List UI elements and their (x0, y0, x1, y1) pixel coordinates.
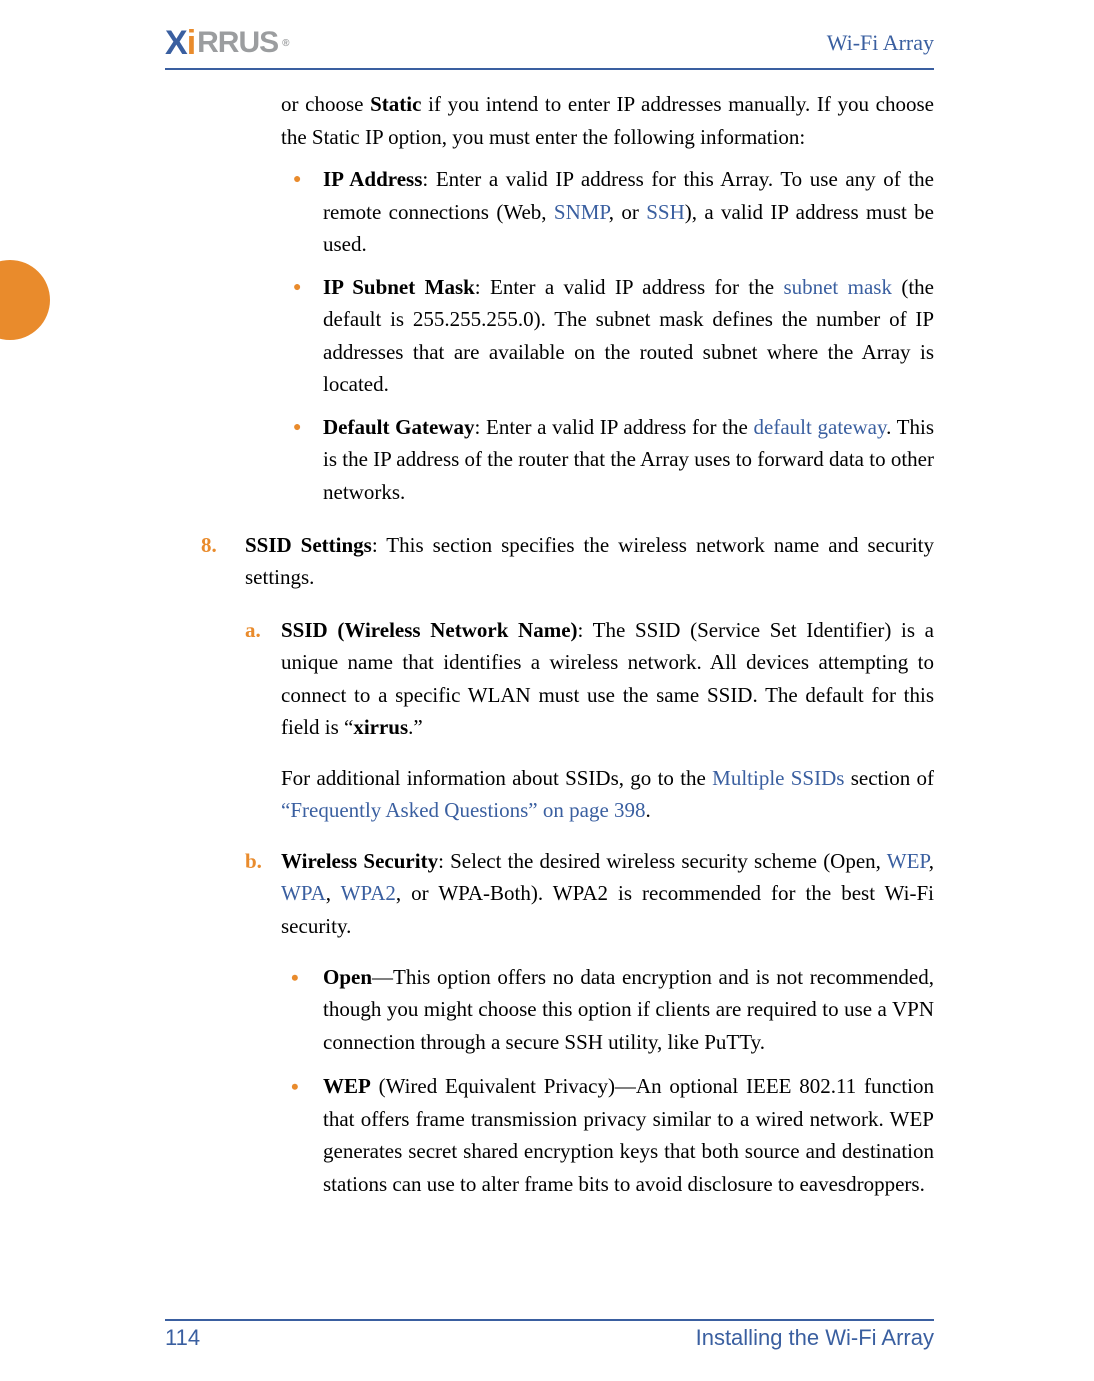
sub-text: , (929, 849, 934, 873)
step-8: 8. SSID Settings: This section specifies… (165, 529, 934, 594)
sub-text: : Select the desired wireless security s… (438, 849, 887, 873)
body-content: or choose Static if you intend to enter … (165, 88, 934, 1309)
option-label: WEP (323, 1074, 371, 1098)
page-header: XiRRUS® Wi-Fi Array (165, 22, 934, 70)
option-body: —This option offers no data encryption a… (323, 965, 934, 1054)
sub-text: , (326, 881, 341, 905)
page-number: 114 (165, 1325, 200, 1351)
intro-prefix: or choose (281, 92, 370, 116)
step-label: SSID Settings (245, 533, 372, 557)
sub-b-wireless-security: b. Wireless Security: Select the desired… (165, 845, 934, 943)
bullet-dot-icon: • (291, 961, 299, 995)
footer-section: Installing the Wi-Fi Array (696, 1325, 934, 1351)
option-open: • Open—This option offers no data encryp… (165, 961, 934, 1059)
sub-bold: xirrus (353, 715, 408, 739)
bullet-label: IP Subnet Mask (323, 275, 475, 299)
sub-text: section of (844, 766, 934, 790)
security-options: • Open—This option offers no data encryp… (165, 961, 934, 1201)
logo-text: RRUS (197, 26, 278, 60)
option-label: Open (323, 965, 372, 989)
sub-text: For additional information about SSIDs, … (281, 766, 712, 790)
link-ssh[interactable]: SSH (646, 200, 685, 224)
link-subnet-mask[interactable]: subnet mask (783, 275, 892, 299)
sub-label: SSID (Wireless Network Name) (281, 618, 578, 642)
bullet-subnet-mask: IP Subnet Mask: Enter a valid IP address… (281, 271, 934, 401)
option-body: (Wired Equivalent Privacy)—An optional I… (323, 1074, 934, 1196)
bullet-label: IP Address (323, 167, 422, 191)
option-wep: • WEP (Wired Equivalent Privacy)—An opti… (165, 1070, 934, 1200)
sub-text: .” (408, 715, 423, 739)
sub-label: Wireless Security (281, 849, 438, 873)
step-number: 8. (201, 529, 217, 562)
sub-letter: b. (245, 845, 262, 878)
static-ip-bullets: IP Address : Enter a valid IP address for… (281, 163, 934, 508)
sub-letter: a. (245, 614, 261, 647)
bullet-text: , or (609, 200, 646, 224)
logo-x: X (165, 24, 187, 63)
link-faq-page[interactable]: “Frequently Asked Questions” on page 398 (281, 798, 646, 822)
link-wpa2[interactable]: WPA2 (341, 881, 396, 905)
link-snmp[interactable]: SNMP (554, 200, 609, 224)
sub-a-ssid: a. SSID (Wireless Network Name): The SSI… (165, 614, 934, 827)
sub-text: . (646, 798, 651, 822)
bullet-text: : Enter a valid IP address for the (474, 415, 753, 439)
link-multiple-ssids[interactable]: Multiple SSIDs (712, 766, 844, 790)
bullet-ip-address: IP Address: Enter a valid IP address for… (281, 163, 934, 261)
intro-paragraph: or choose Static if you intend to enter … (281, 88, 934, 153)
bullet-dot-icon: • (291, 1070, 299, 1104)
logo-reg-icon: ® (282, 38, 288, 49)
link-default-gateway[interactable]: default gateway (754, 415, 887, 439)
link-wep[interactable]: WEP (887, 849, 929, 873)
bullet-text: : Enter a valid IP address for the (475, 275, 784, 299)
sub-a-para2: For additional information about SSIDs, … (281, 762, 934, 827)
bullet-label: Default Gateway (323, 415, 474, 439)
bullet-default-gateway: Default Gateway: Enter a valid IP addres… (281, 411, 934, 509)
intro-bold: Static (370, 92, 421, 116)
header-title: Wi-Fi Array (827, 30, 934, 56)
link-wpa[interactable]: WPA (281, 881, 326, 905)
logo: XiRRUS® (165, 24, 289, 63)
page-footer: 114 Installing the Wi-Fi Array (165, 1319, 934, 1351)
side-tab (0, 260, 50, 340)
